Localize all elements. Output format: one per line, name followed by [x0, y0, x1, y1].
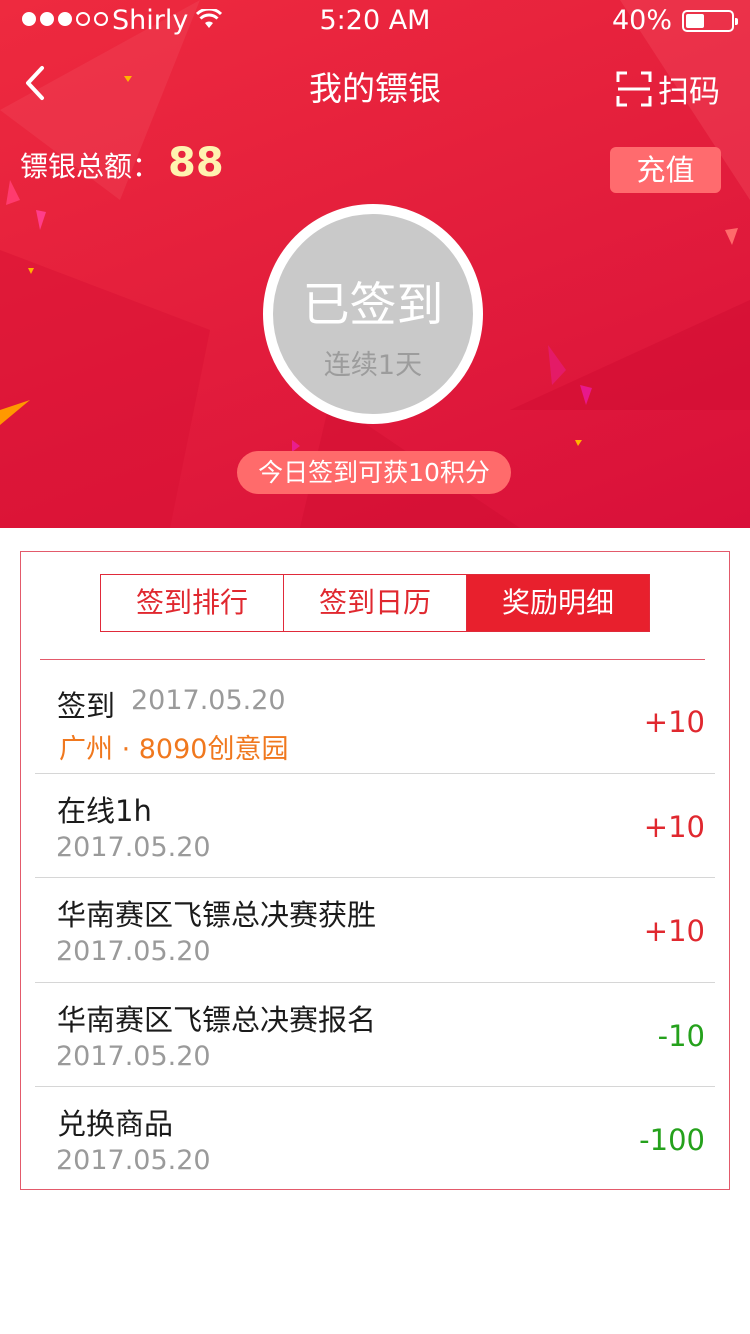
checkin-reward-tip: 今日签到可获10积分: [237, 451, 511, 494]
battery-icon: [682, 10, 738, 32]
scan-icon: [616, 71, 652, 106]
recharge-button[interactable]: 充值: [610, 147, 721, 193]
record-date: 2017.05.20: [131, 685, 286, 716]
record-title: 在线1h: [57, 793, 152, 828]
list-item[interactable]: 在线1h 2017.05.20 +10: [35, 774, 715, 878]
record-amount: +10: [643, 809, 705, 844]
scan-button[interactable]: 扫码: [616, 66, 720, 111]
record-title: 华南赛区飞镖总决赛报名: [57, 1002, 377, 1037]
balance-summary: 镖银总额： 88: [20, 140, 224, 186]
checkin-status: 已签到: [302, 278, 444, 333]
list-item[interactable]: 华南赛区飞镖总决赛报名 2017.05.20 -10: [35, 983, 715, 1087]
record-date: 2017.05.20: [56, 1145, 211, 1176]
checkin-streak: 连续1天: [323, 350, 423, 381]
scan-label: 扫码: [658, 74, 720, 110]
reward-list: 签到 2017.05.20 广州 · 8090创意园 +10 在线1h 2017…: [35, 669, 715, 1192]
record-amount: +10: [643, 705, 705, 739]
header-banner: Shirly 5:20 AM 40% 我的镖银 扫码 镖银总额： 88 充值 已…: [0, 0, 750, 528]
balance-value: 88: [168, 140, 224, 186]
rewards-card: 签到排行 签到日历 奖励明细 签到 2017.05.20 广州 · 8090创意…: [20, 551, 730, 1190]
record-location: 广州 · 8090创意园: [59, 734, 289, 765]
record-amount: -10: [657, 1018, 705, 1053]
record-date: 2017.05.20: [56, 1040, 211, 1072]
tab-bar: 签到排行 签到日历 奖励明细: [100, 574, 650, 632]
record-title: 签到: [57, 689, 116, 723]
tab-reward-details[interactable]: 奖励明细: [466, 575, 649, 631]
tab-checkin-ranking[interactable]: 签到排行: [101, 575, 283, 631]
balance-label: 镖银总额：: [20, 150, 161, 183]
record-amount: -100: [639, 1123, 705, 1157]
record-amount: +10: [643, 914, 705, 948]
battery-percent: 40%: [611, 5, 672, 36]
checkin-button[interactable]: 已签到 连续1天: [263, 204, 483, 424]
list-item[interactable]: 华南赛区飞镖总决赛获胜 2017.05.20 +10: [35, 878, 715, 983]
status-bar: Shirly 5:20 AM 40%: [0, 0, 750, 40]
nav-bar: 我的镖银 扫码: [0, 40, 750, 128]
record-date: 2017.05.20: [56, 831, 211, 863]
record-date: 2017.05.20: [56, 936, 211, 967]
record-title: 华南赛区飞镖总决赛获胜: [57, 898, 377, 932]
divider: [40, 659, 705, 660]
list-item[interactable]: 签到 2017.05.20 广州 · 8090创意园 +10: [35, 669, 715, 774]
record-title: 兑换商品: [57, 1107, 174, 1141]
tab-checkin-calendar[interactable]: 签到日历: [283, 575, 466, 631]
list-item[interactable]: 兑换商品 2017.05.20 -100: [35, 1087, 715, 1192]
battery-level: [686, 14, 704, 28]
